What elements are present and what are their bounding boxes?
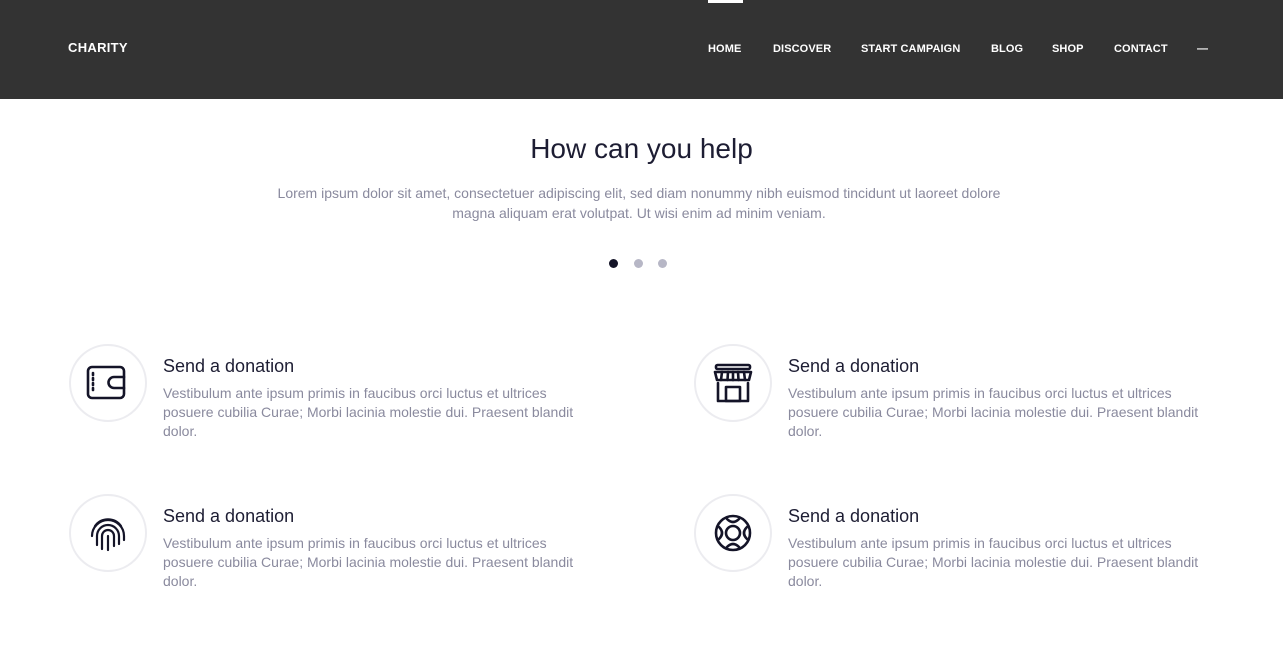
slider-dot-1[interactable] <box>609 259 618 268</box>
feature-text: Vestibulum ante ipsum primis in faucibus… <box>788 385 1199 439</box>
nav-item-more[interactable]: — <box>1197 43 1208 55</box>
nav-item-blog[interactable]: BLOG <box>991 43 1023 55</box>
nav-item-start-campaign[interactable]: START CAMPAIGN <box>861 43 960 55</box>
feature-item: Send a donation Vestibulum ante ipsum pr… <box>694 494 1214 604</box>
feature-title: Send a donation <box>788 356 920 376</box>
lifebuoy-icon <box>714 514 752 552</box>
section-description: Lorem ipsum dolor sit amet, consectetuer… <box>277 185 1001 221</box>
nav-item-contact[interactable]: CONTACT <box>1114 43 1168 55</box>
feature-item: Send a donation Vestibulum ante ipsum pr… <box>69 494 589 604</box>
feature-icon-circle <box>694 494 772 572</box>
nav-item-discover[interactable]: DISCOVER <box>773 43 831 55</box>
slider-dot-2[interactable] <box>634 259 643 268</box>
feature-icon-circle <box>694 344 772 422</box>
wallet-icon <box>86 365 126 400</box>
feature-item: Send a donation Vestibulum ante ipsum pr… <box>694 344 1214 454</box>
feature-icon-circle <box>69 344 147 422</box>
feature-item: Send a donation Vestibulum ante ipsum pr… <box>69 344 589 454</box>
nav-active-indicator <box>708 0 743 3</box>
nav-item-shop[interactable]: SHOP <box>1052 43 1084 55</box>
store-icon <box>713 363 753 403</box>
slider-dots <box>609 259 674 269</box>
feature-text: Vestibulum ante ipsum primis in faucibus… <box>163 385 574 439</box>
feature-icon-circle <box>69 494 147 572</box>
feature-text: Vestibulum ante ipsum primis in faucibus… <box>163 535 574 589</box>
nav-item-home[interactable]: HOME <box>708 43 741 55</box>
slider-dot-3[interactable] <box>658 259 667 268</box>
section-title: How can you help <box>530 133 753 164</box>
fingerprint-icon <box>90 518 126 552</box>
site-logo[interactable]: CHARITY <box>68 40 128 55</box>
feature-text: Vestibulum ante ipsum primis in faucibus… <box>788 535 1199 589</box>
feature-title: Send a donation <box>788 506 920 526</box>
feature-title: Send a donation <box>163 356 295 376</box>
feature-title: Send a donation <box>163 506 295 526</box>
top-navbar: CHARITY HOME DISCOVER START CAMPAIGN BLO… <box>0 0 1283 99</box>
